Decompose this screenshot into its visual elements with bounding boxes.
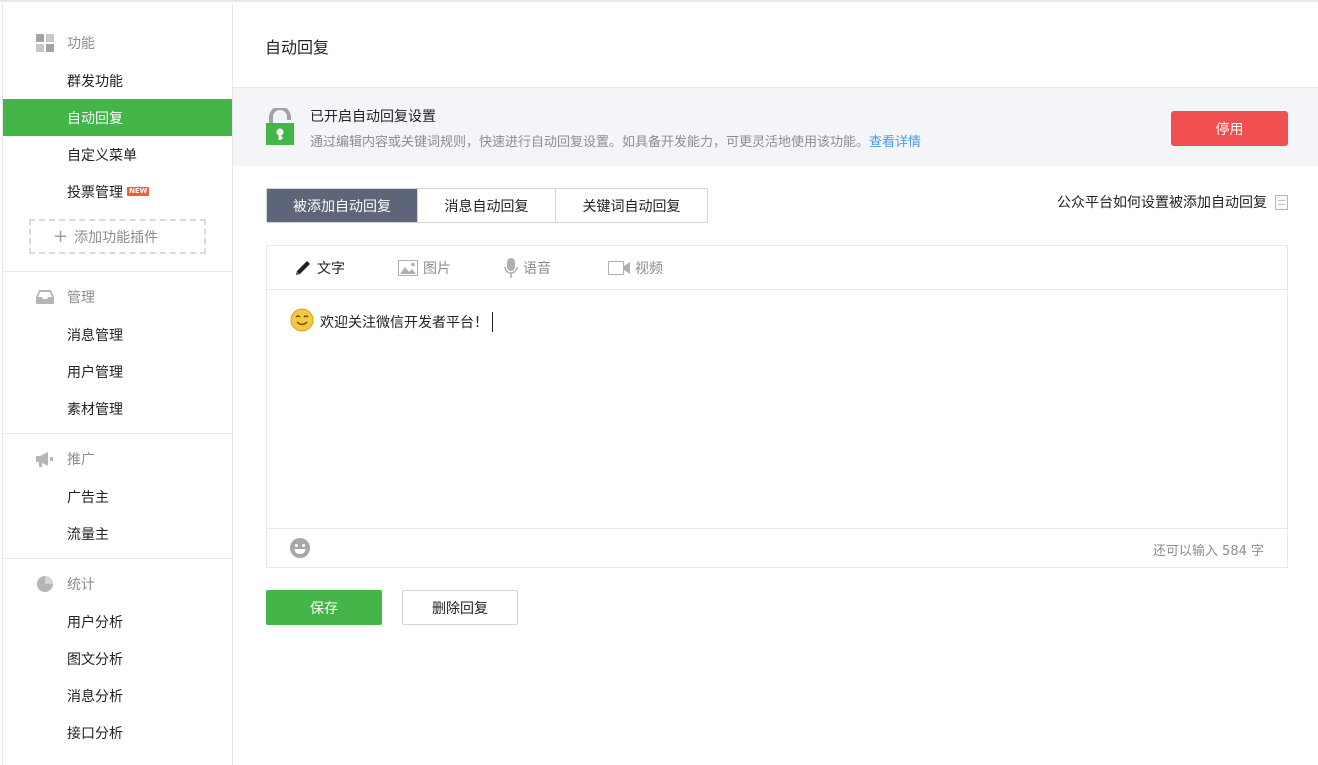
sidebar: 功能 群发功能 自动回复 自定义菜单 投票管理 NEW + 添加功能插件 管理 消…: [2, 4, 233, 765]
editor-text-area[interactable]: 欢迎关注微信开发者平台！: [267, 290, 1287, 528]
sidebar-section-promotion: 推广 广告主 流量主: [3, 434, 232, 559]
sidebar-item-label: 自动回复: [67, 110, 123, 127]
section-title: 推广: [67, 452, 95, 468]
sidebar-item-mass-send[interactable]: 群发功能: [3, 62, 232, 99]
sidebar-item-users[interactable]: 用户管理: [3, 353, 232, 390]
sidebar-item-label: 用户分析: [67, 614, 123, 631]
new-badge: NEW: [127, 187, 150, 196]
sidebar-item-publisher[interactable]: 流量主: [3, 515, 232, 552]
sidebar-section-management: 管理 消息管理 用户管理 素材管理: [3, 272, 232, 434]
notice-desc-text: 通过编辑内容或关键词规则，快速进行自动回复设置。如具备开发能力，可更灵活地使用该…: [310, 135, 870, 150]
reply-type-tabs: 被添加自动回复 消息自动回复 关键词自动回复: [266, 188, 708, 223]
content-type-tabs: 文字 图片 语音 视频: [267, 246, 1287, 290]
tab-text[interactable]: 文字: [294, 258, 398, 278]
grid-icon: [36, 34, 54, 52]
sidebar-item-label: 图文分析: [67, 651, 123, 668]
sidebar-item-label: 消息管理: [67, 327, 123, 344]
editor-footer: 还可以输入 584 字: [267, 528, 1287, 567]
pencil-icon: [294, 259, 312, 277]
tab-image-label: 图片: [423, 260, 451, 277]
sidebar-section-header: 推广: [3, 440, 232, 478]
char-counter: 还可以输入 584 字: [1152, 544, 1264, 559]
document-icon: [1275, 194, 1288, 210]
sidebar-item-advertiser[interactable]: 广告主: [3, 478, 232, 515]
add-plugin-label: 添加功能插件: [74, 229, 159, 246]
tab-follow-reply[interactable]: 被添加自动回复: [267, 189, 418, 222]
microphone-icon: [504, 257, 518, 278]
tab-keyword-reply[interactable]: 关键词自动回复: [556, 189, 707, 222]
sidebar-item-vote[interactable]: 投票管理 NEW: [3, 173, 232, 210]
sidebar-item-auto-reply[interactable]: 自动回复: [3, 99, 232, 136]
sidebar-item-label: 接口分析: [67, 725, 123, 742]
notice-desc: 通过编辑内容或关键词规则，快速进行自动回复设置。如具备开发能力，可更灵活地使用该…: [310, 131, 921, 150]
sidebar-item-label: 投票管理: [67, 184, 123, 201]
delete-reply-button[interactable]: 删除回复: [402, 590, 518, 625]
section-title: 功能: [67, 36, 95, 52]
sidebar-item-messages[interactable]: 消息管理: [3, 316, 232, 353]
app-frame: 功能 群发功能 自动回复 自定义菜单 投票管理 NEW + 添加功能插件 管理 消…: [0, 0, 1318, 765]
main-content: 自动回复 已开启自动回复设置 通过编辑内容或关键词规则，快速进行自动回复设置。如…: [233, 4, 1318, 765]
status-notice: 已开启自动回复设置 通过编辑内容或关键词规则，快速进行自动回复设置。如具备开发能…: [233, 88, 1318, 166]
smiley-emoji-icon: [290, 308, 314, 336]
sidebar-item-user-analysis[interactable]: 用户分析: [3, 603, 232, 640]
sidebar-section-header: 功能: [3, 24, 232, 62]
sidebar-item-label: 消息分析: [67, 688, 123, 705]
sidebar-item-materials[interactable]: 素材管理: [3, 390, 232, 427]
image-icon: [398, 259, 418, 276]
sidebar-item-message-analysis[interactable]: 消息分析: [3, 677, 232, 714]
text-caret: [492, 312, 493, 332]
tab-video[interactable]: 视频: [608, 258, 708, 278]
sidebar-item-label: 用户管理: [67, 364, 123, 381]
megaphone-icon: [36, 450, 54, 468]
inbox-icon: [36, 288, 54, 306]
sidebar-item-label: 广告主: [67, 489, 109, 506]
plus-icon: +: [53, 225, 69, 247]
help-link[interactable]: 公众平台如何设置被添加自动回复: [1057, 192, 1288, 212]
notice-title: 已开启自动回复设置: [310, 109, 436, 125]
reply-content: 欢迎关注微信开发者平台！: [290, 308, 493, 336]
sidebar-item-article-analysis[interactable]: 图文分析: [3, 640, 232, 677]
sidebar-item-api-analysis[interactable]: 接口分析: [3, 714, 232, 751]
sidebar-item-label: 素材管理: [67, 401, 123, 418]
tab-message-reply[interactable]: 消息自动回复: [418, 189, 556, 222]
disable-button[interactable]: 停用: [1171, 111, 1288, 146]
sidebar-item-label: 群发功能: [67, 73, 123, 90]
sidebar-section-statistics: 统计 用户分析 图文分析 消息分析 接口分析: [3, 559, 232, 751]
help-link-label: 公众平台如何设置被添加自动回复: [1057, 195, 1267, 211]
view-details-link[interactable]: 查看详情: [869, 135, 921, 150]
pie-chart-icon: [36, 575, 54, 593]
tab-voice[interactable]: 语音: [504, 257, 608, 278]
reply-editor: 文字 图片 语音 视频 欢迎关注微信开发者平台！ 还可以输入 584 字: [266, 245, 1288, 568]
sidebar-section-features: 功能 群发功能 自动回复 自定义菜单 投票管理 NEW + 添加功能插件: [3, 4, 232, 272]
tab-video-label: 视频: [635, 260, 663, 277]
add-plugin-button[interactable]: + 添加功能插件: [29, 219, 206, 254]
video-icon: [608, 260, 630, 275]
tab-image[interactable]: 图片: [398, 258, 504, 278]
sidebar-item-label: 自定义菜单: [67, 147, 137, 164]
emoji-picker-icon[interactable]: [289, 537, 311, 563]
sidebar-section-header: 管理: [3, 278, 232, 316]
section-title: 管理: [67, 290, 95, 306]
save-button[interactable]: 保存: [266, 590, 382, 625]
unlock-icon: [265, 106, 295, 149]
sidebar-section-header: 统计: [3, 565, 232, 603]
sidebar-item-custom-menu[interactable]: 自定义菜单: [3, 136, 232, 173]
tab-voice-label: 语音: [523, 260, 551, 277]
page-title: 自动回复: [233, 4, 1318, 88]
sidebar-item-label: 流量主: [67, 526, 109, 543]
tab-text-label: 文字: [317, 260, 345, 277]
reply-content-text: 欢迎关注微信开发者平台！: [320, 315, 488, 331]
section-title: 统计: [67, 577, 95, 593]
